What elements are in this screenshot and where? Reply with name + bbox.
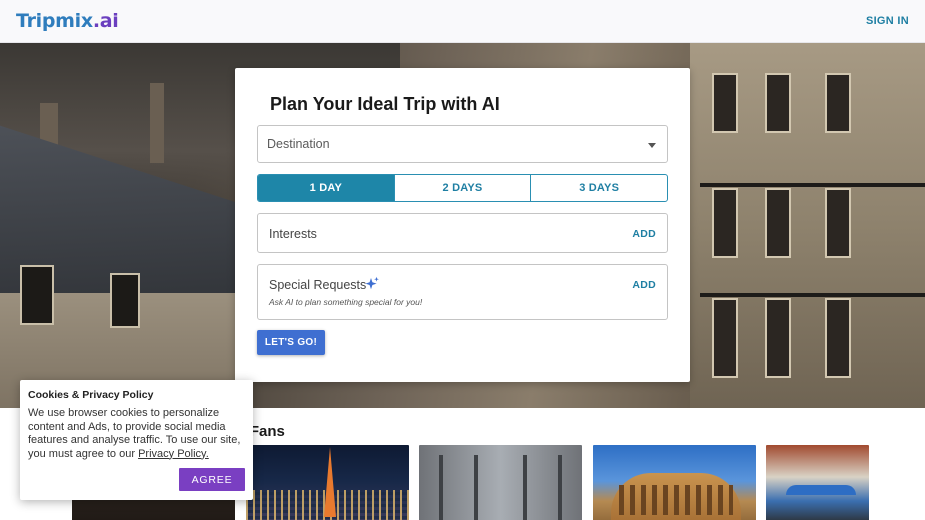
hero-window [712, 73, 738, 133]
day-option-1[interactable]: 1 DAY [258, 175, 394, 201]
hero-window [712, 188, 738, 258]
special-requests-field[interactable]: Special Requests ADD Ask AI to plan some… [257, 264, 668, 320]
destination-thumbnail[interactable] [593, 445, 756, 520]
hero-window [825, 298, 851, 378]
destination-thumbnail[interactable] [246, 445, 409, 520]
trip-length-toggle: 1 DAY 2 DAYS 3 DAYS [257, 174, 668, 202]
bridge-column [439, 455, 443, 520]
bridge-column [558, 455, 562, 520]
hero-window [825, 73, 851, 133]
hero-window [765, 73, 791, 133]
hero-window [825, 188, 851, 258]
colosseum-arches [619, 485, 733, 515]
hero-balcony [700, 293, 925, 297]
cookie-title: Cookies & Privacy Policy [28, 389, 154, 401]
special-requests-label: Special Requests [269, 278, 367, 292]
day-option-2[interactable]: 2 DAYS [393, 175, 531, 201]
agree-button[interactable]: AGREE [179, 468, 245, 491]
planner-title: Plan Your Ideal Trip with AI [270, 94, 500, 114]
destination-select[interactable]: Destination [257, 125, 668, 163]
interests-label: Interests [269, 227, 317, 241]
logo-text-suffix: .ai [92, 10, 119, 32]
hero-window [712, 298, 738, 378]
hero-window [110, 273, 140, 328]
special-requests-add-button[interactable]: ADD [632, 279, 656, 291]
tokyo-tower-shape [324, 447, 336, 517]
trip-planner-card: Plan Your Ideal Trip with AI Destination… [235, 68, 690, 382]
top-navbar: Tripmix.ai SIGN IN [0, 0, 925, 43]
hero-window [765, 188, 791, 258]
chimney [150, 83, 164, 163]
interests-field[interactable]: Interests ADD [257, 213, 668, 253]
cookie-consent-popup: Cookies & Privacy Policy We use browser … [20, 380, 253, 500]
chevron-down-icon [648, 143, 656, 148]
destination-thumbnail[interactable] [766, 445, 869, 520]
hero-window [765, 298, 791, 378]
lets-go-button[interactable]: LET'S GO! [257, 330, 325, 355]
day-option-3[interactable]: 3 DAYS [530, 175, 667, 201]
bridge-column [474, 455, 478, 520]
cookie-text: We use browser cookies to personalize co… [28, 407, 248, 461]
destination-placeholder: Destination [267, 137, 330, 151]
privacy-policy-link[interactable]: Privacy Policy. [138, 448, 209, 460]
hero-balcony [700, 183, 925, 187]
hero-window [20, 265, 54, 325]
destination-thumbnail[interactable] [419, 445, 582, 520]
logo-text-main: Tripmix [16, 10, 93, 32]
special-requests-hint: Ask AI to plan something special for you… [269, 297, 423, 307]
restaurant-street-image [786, 485, 856, 495]
ai-sparkle-icon [365, 276, 379, 290]
bridge-column [523, 455, 527, 520]
tripmix-logo[interactable]: Tripmix.ai [16, 10, 119, 32]
sign-in-link[interactable]: SIGN IN [866, 15, 909, 27]
interests-add-button[interactable]: ADD [632, 228, 656, 240]
